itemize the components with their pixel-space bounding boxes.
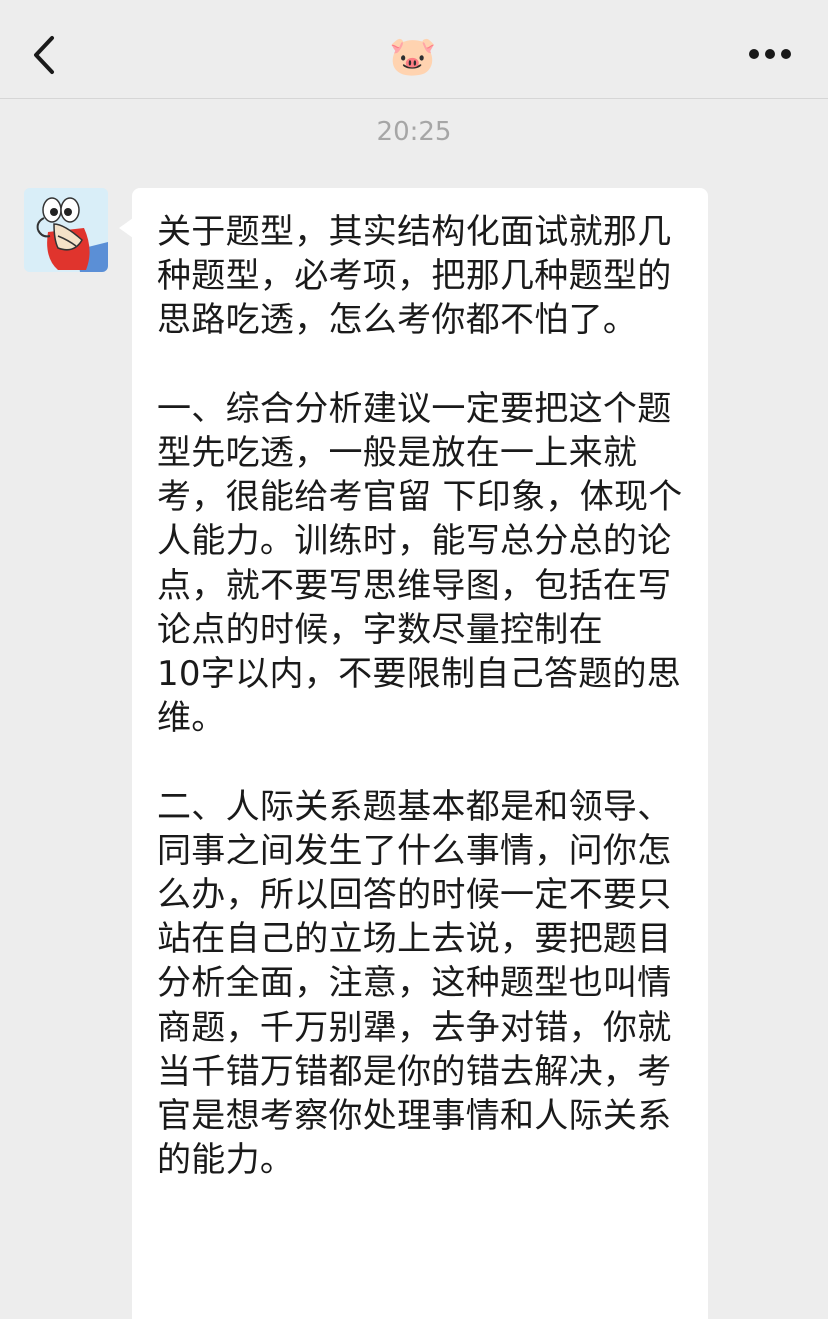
more-options-button[interactable] [742,38,798,70]
ellipsis-icon [749,49,791,59]
chevron-left-icon [34,36,54,74]
message-bubble[interactable]: 关于题型，其实结构化面试就那几种题型，必考项，把那几种题型的思路吃透，怎么考你都… [132,188,708,1319]
avatar[interactable] [24,188,108,272]
chat-screen: 🐷 20:25 关于题型，其实结构化面试就那几种题型，必考项，把那几种题型的思路… [0,0,828,1319]
message-timestamp: 20:25 [376,117,452,147]
back-button[interactable] [22,22,72,86]
bubble-pointer [119,218,133,238]
navigation-bar: 🐷 [0,0,828,99]
chat-title[interactable]: 🐷 [389,32,437,80]
message-text: 关于题型，其实结构化面试就那几种题型，必考项，把那几种题型的思路吃透，怎么考你都… [157,212,683,1181]
cartoon-crab-avatar-icon [24,188,108,272]
